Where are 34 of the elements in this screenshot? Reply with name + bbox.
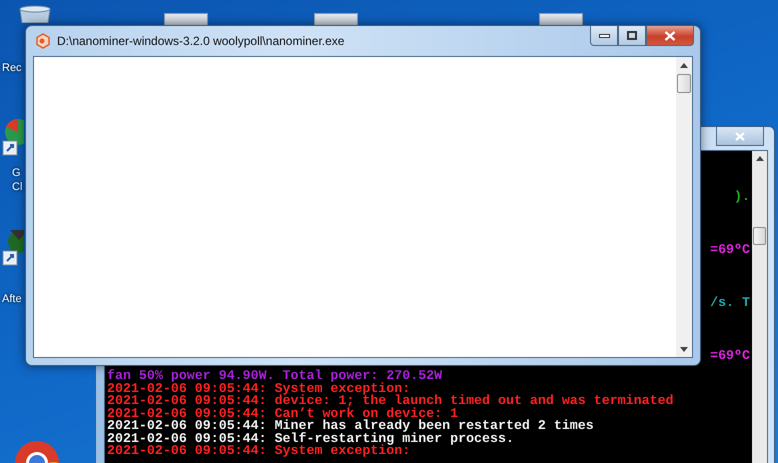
scroll-up-icon[interactable] [756, 156, 764, 161]
console-line: fan 50% power 94.90W. Total power: 270.52W [107, 370, 444, 382]
desktop-icon-label: Cl [12, 180, 22, 194]
close-button[interactable] [646, 26, 694, 46]
scrollbar[interactable] [752, 151, 767, 463]
scrollbar[interactable] [676, 57, 692, 357]
console-line: 2021-02-06 09:05:44: device: 1; the launch timed out and was terminated [107, 395, 675, 408]
recycle-bin-icon[interactable] [18, 5, 52, 23]
scroll-up-icon[interactable] [680, 63, 688, 68]
close-icon [664, 30, 676, 40]
app-icon [35, 33, 51, 49]
window-title: D:\nanominer-windows-3.2.0 woolypoll\nanominer.exe [57, 34, 344, 48]
minimize-button[interactable] [590, 26, 618, 46]
console-text: ). [734, 191, 750, 204]
app-shortcut-icon[interactable] [2, 228, 24, 268]
scroll-thumb[interactable] [753, 227, 766, 245]
scroll-down-icon[interactable] [680, 347, 688, 352]
console-text: /s. T [710, 297, 750, 310]
close-icon [735, 132, 745, 140]
minimize-icon [598, 34, 610, 38]
close-button[interactable] [716, 127, 764, 146]
desktop-icon-label: Afte [2, 292, 22, 306]
console-line: 2021-02-06 09:05:44: System exception: [107, 382, 410, 395]
maximize-button[interactable] [618, 26, 646, 46]
console-line: 2021-02-06 09:05:44: Self-restarting miner process. [107, 432, 515, 445]
maximize-icon [627, 31, 637, 40]
console-text: =69ºC [710, 350, 750, 363]
desktop-icon-label: Rec [2, 61, 22, 75]
console-line: 2021-02-06 09:05:44: Can’t work on device: 1 [107, 408, 460, 420]
scroll-thumb[interactable] [677, 74, 691, 93]
console-line: 2021-02-06 09:05:44: Miner has already been restarted 2 times [107, 420, 595, 432]
console-line: 2021-02-06 09:05:44: System exception: [107, 445, 412, 458]
desktop-icon-label: G [12, 166, 21, 180]
console-text: =69ºC [710, 244, 750, 257]
